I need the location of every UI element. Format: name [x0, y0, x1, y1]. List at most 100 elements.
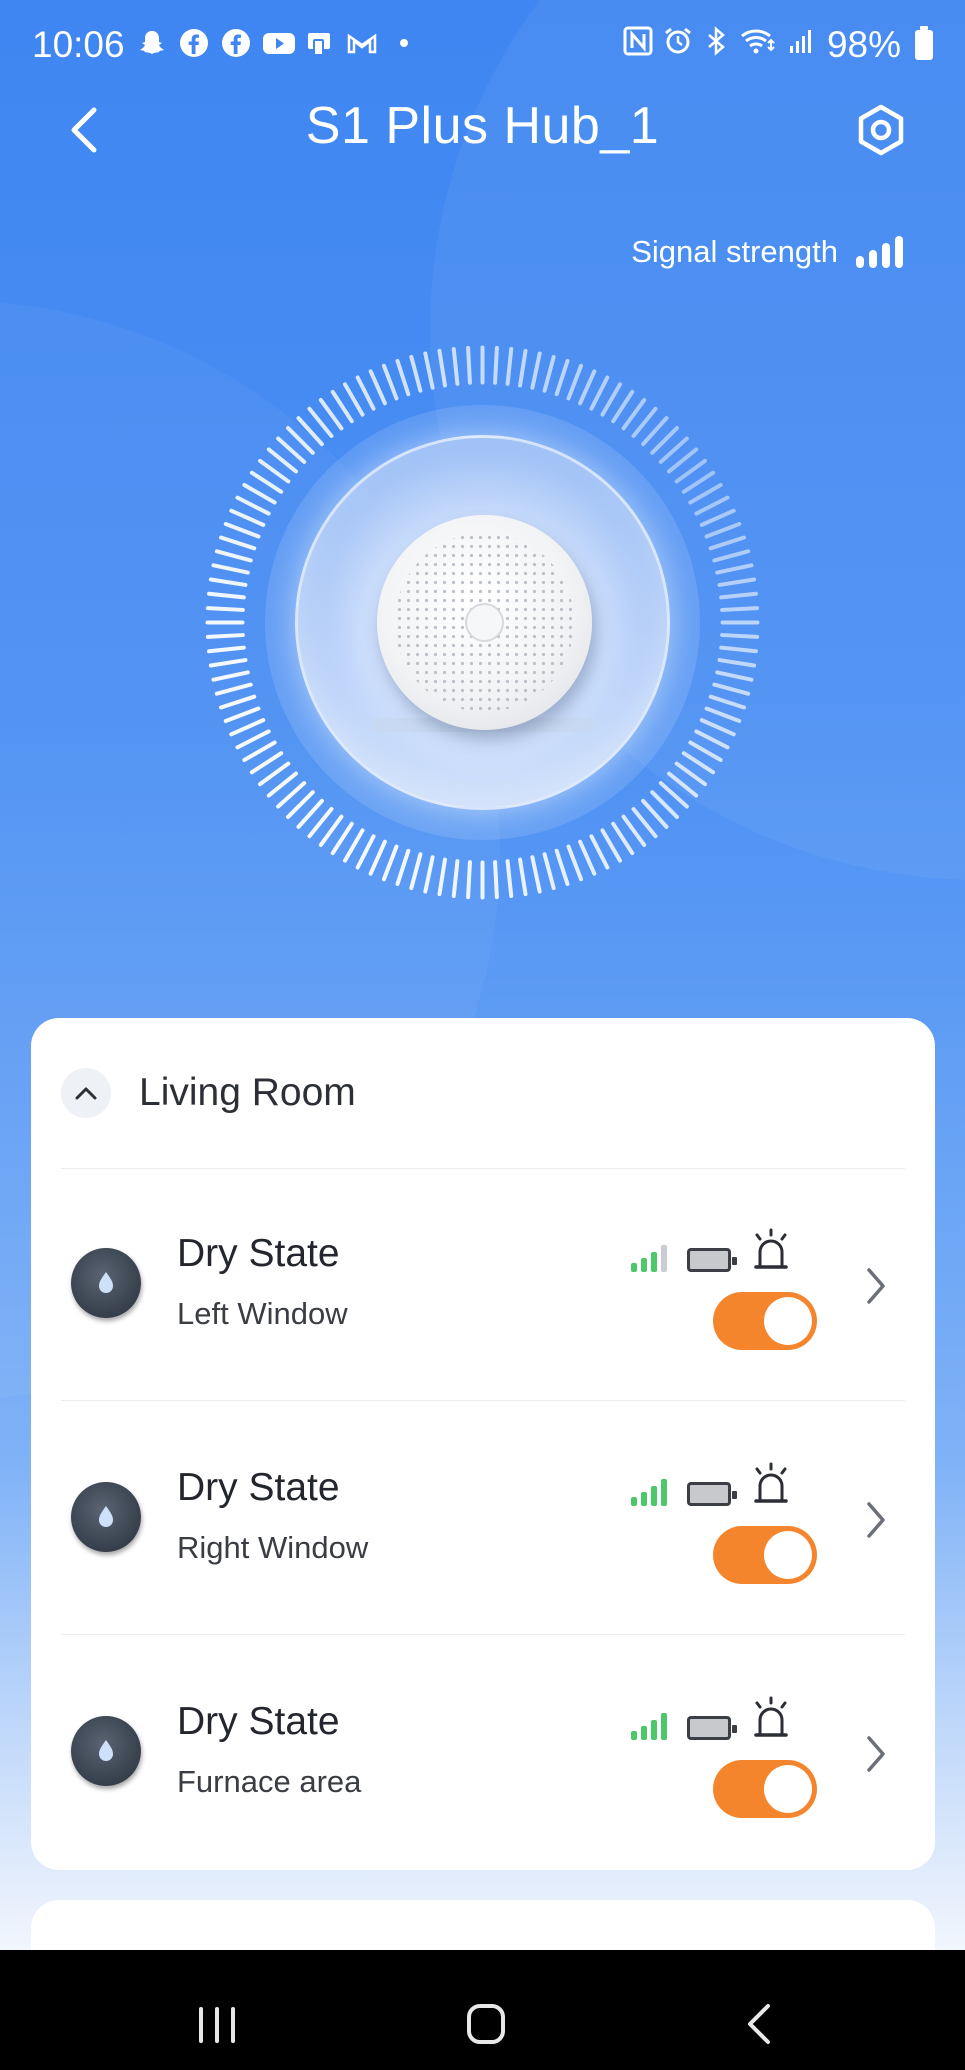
signal-icon: [631, 1478, 667, 1506]
ring-tick: [451, 347, 460, 386]
ring-tick: [451, 859, 460, 898]
recent-apps-icon[interactable]: [196, 2005, 238, 2045]
ring-tick: [330, 389, 354, 424]
toggle-knob: [764, 1765, 812, 1813]
chevron-right-icon[interactable]: [861, 1498, 891, 1542]
ring-tick: [409, 852, 423, 891]
notification-icons: [136, 28, 420, 60]
hub-center-button: [465, 603, 504, 642]
chevron-right-icon[interactable]: [861, 1732, 891, 1776]
ring-tick: [207, 645, 246, 654]
facebook-icon: [178, 28, 210, 60]
ring-tick: [235, 729, 271, 750]
snapchat-icon: [136, 28, 168, 60]
ring-tick: [566, 363, 584, 401]
page-title: S1 Plus Hub_1: [305, 97, 660, 155]
ring-tick: [343, 382, 365, 417]
ring-tick: [368, 369, 387, 406]
device-row[interactable]: Dry State Left Window: [31, 1168, 935, 1402]
app-screen: 10:06 98% S1 Plus Hub_1 Signal strength …: [0, 0, 965, 1950]
ring-tick: [518, 857, 528, 897]
battery-icon: [687, 1482, 737, 1506]
ring-tick: [712, 682, 751, 696]
ring-tick: [530, 855, 542, 894]
ring-tick: [343, 828, 365, 863]
room-title: Living Room: [139, 1071, 356, 1114]
ring-tick: [600, 382, 622, 417]
signal-icon: [631, 1712, 667, 1740]
facebook-icon: [220, 28, 252, 60]
signal-strength-label: Signal strength: [631, 234, 838, 269]
collapse-button[interactable]: [61, 1068, 111, 1118]
hub-illustration: [200, 340, 765, 905]
ring-tick: [694, 495, 730, 516]
ring-tick: [218, 535, 257, 551]
settings-button[interactable]: [855, 104, 907, 156]
signal-strength-row: Signal strength: [631, 234, 903, 270]
gmail-icon: [346, 28, 378, 60]
ring-tick: [719, 591, 758, 600]
ring-tick: [589, 834, 610, 870]
ring-tick: [214, 549, 253, 563]
ring-tick: [712, 549, 751, 563]
ring-tick: [566, 844, 584, 882]
ring-tick: [211, 670, 250, 682]
water-leak-sensor-icon: [71, 1482, 141, 1552]
room-header[interactable]: Living Room: [61, 1068, 356, 1118]
ring-tick: [704, 521, 742, 539]
hub-device-image: [377, 515, 592, 730]
device-name: Dry State: [177, 1466, 340, 1509]
ring-tick: [242, 483, 277, 505]
device-toggle[interactable]: [713, 1526, 817, 1584]
ring-tick: [423, 351, 435, 390]
next-room-card: [31, 1900, 935, 1950]
ring-tick: [249, 751, 284, 775]
ring-tick: [395, 848, 411, 887]
ring-tick: [611, 389, 635, 424]
ring-tick: [205, 633, 245, 639]
device-status-icons: [631, 1462, 791, 1506]
signal-strength-icon: [856, 236, 903, 268]
ring-tick: [600, 828, 622, 863]
device-toggle[interactable]: [713, 1760, 817, 1818]
water-leak-sensor-icon: [71, 1248, 141, 1318]
ring-tick: [505, 347, 514, 386]
tablet-icon: [304, 28, 336, 60]
battery-icon: [915, 26, 933, 60]
ring-tick: [330, 821, 354, 856]
device-toggle[interactable]: [713, 1292, 817, 1350]
ring-tick: [205, 606, 245, 612]
ring-tick: [368, 839, 387, 876]
ring-tick: [720, 606, 760, 612]
siren-icon: [754, 1696, 788, 1737]
ring-tick: [688, 740, 723, 762]
home-icon[interactable]: [466, 2002, 506, 2046]
battery-percent: 98%: [826, 24, 901, 65]
ring-tick: [437, 348, 447, 388]
ring-tick: [699, 508, 736, 527]
ring-tick: [505, 859, 514, 898]
ring-tick: [699, 718, 736, 737]
divider: [61, 1634, 905, 1635]
ring-tick: [381, 363, 399, 401]
ring-tick: [704, 706, 742, 724]
water-leak-sensor-icon: [71, 1716, 141, 1786]
ring-tick: [437, 857, 447, 897]
device-row[interactable]: Dry State Right Window: [31, 1402, 935, 1636]
ring-tick: [611, 821, 635, 856]
device-row[interactable]: Dry State Furnace area: [31, 1636, 935, 1870]
chevron-right-icon[interactable]: [861, 1264, 891, 1308]
ring-tick: [223, 706, 261, 724]
back-nav-icon[interactable]: [744, 2002, 774, 2046]
ring-tick: [249, 470, 284, 494]
hexagon-settings-icon: [858, 104, 904, 156]
ring-tick: [218, 694, 257, 710]
ring-tick: [211, 563, 250, 575]
toggle-knob: [764, 1297, 812, 1345]
room-card: Living Room Dry State Left Window Dry St…: [31, 1018, 935, 1870]
device-location: Left Window: [177, 1296, 348, 1331]
ring-tick: [720, 633, 760, 639]
device-location: Furnace area: [177, 1764, 362, 1799]
ring-tick: [554, 848, 570, 887]
youtube-icon: [262, 28, 295, 60]
